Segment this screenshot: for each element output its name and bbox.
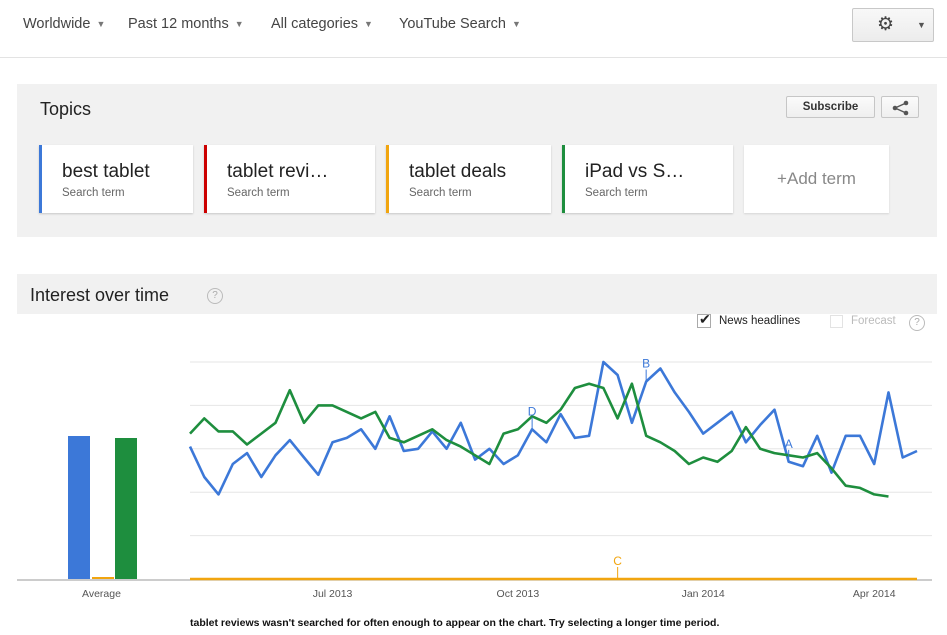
annotation-letter-d: D	[528, 404, 537, 418]
annotation-letter-c: C	[613, 554, 622, 568]
annotation-letter-b: B	[642, 357, 650, 371]
x-tick-label: Jan 2014	[682, 588, 725, 600]
interest-line-chart: Jul 2013 Oct 2013 Jan 2014 Apr 2014 A B C D	[17, 357, 932, 600]
annotation-letter-a: A	[785, 437, 793, 451]
footnote: tablet reviews wasn't searched for often…	[190, 617, 720, 629]
series-line-best-tablet	[188, 360, 918, 496]
x-tick-label: Oct 2013	[497, 588, 540, 600]
x-tick-label: Apr 2014	[853, 588, 896, 600]
x-tick-label: Jul 2013	[313, 588, 353, 600]
